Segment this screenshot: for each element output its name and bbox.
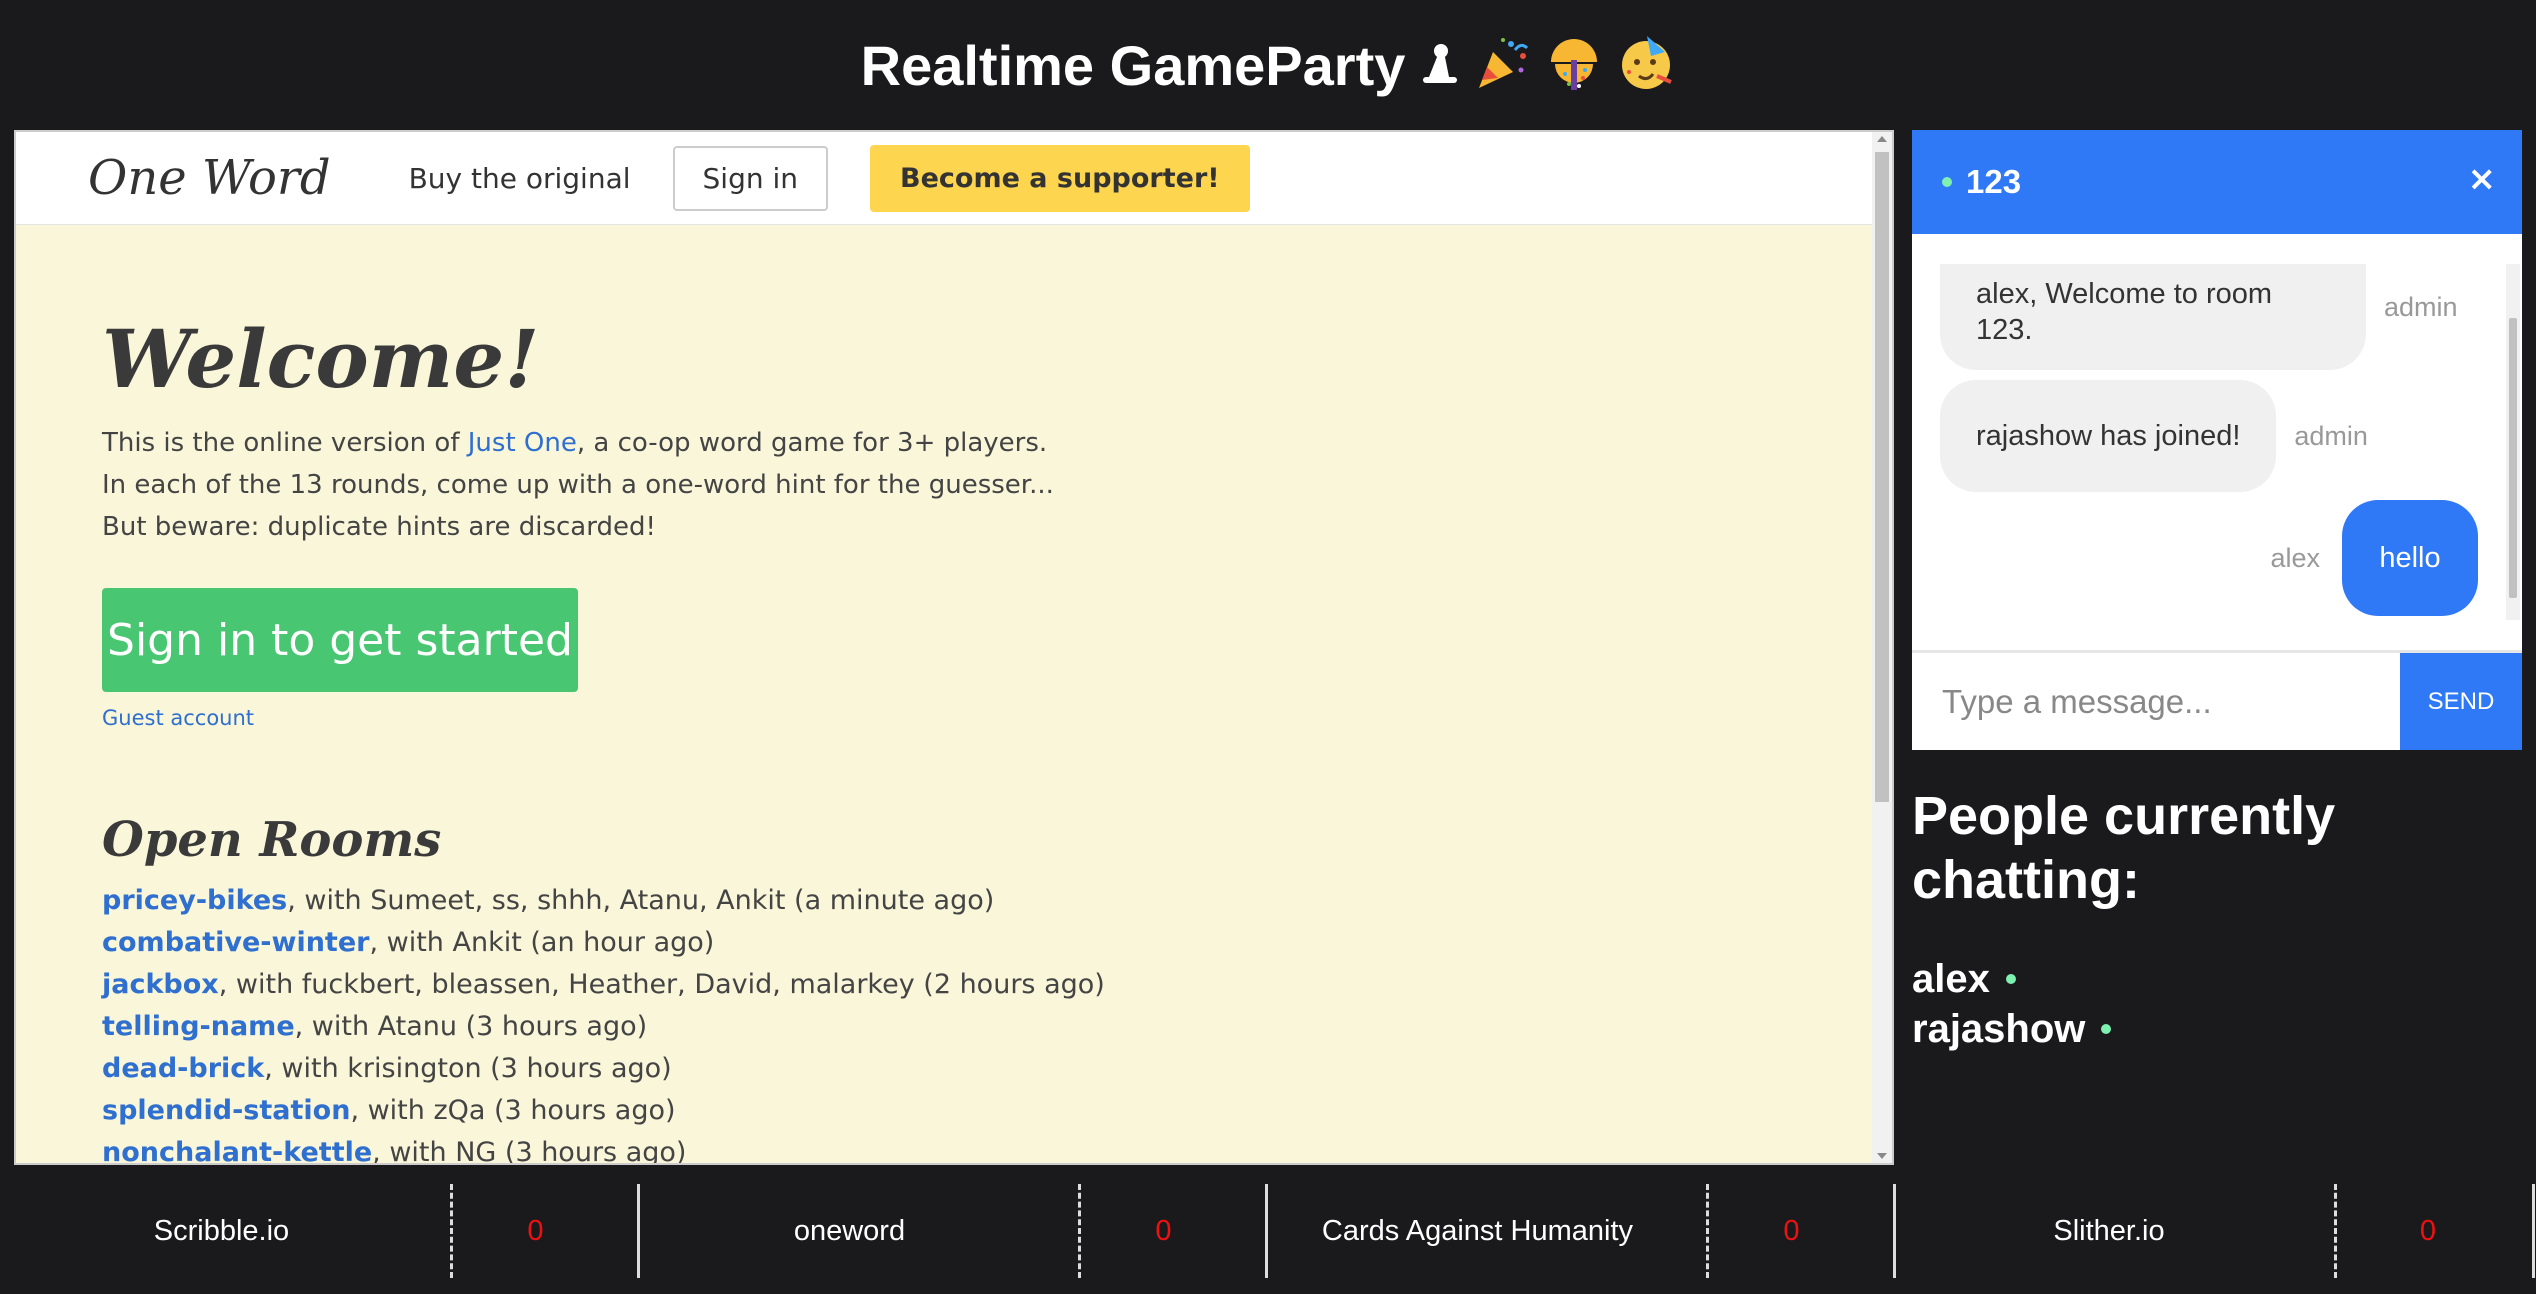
scroll-up-icon[interactable] xyxy=(1877,136,1887,142)
chat-input-row: SEND xyxy=(1912,650,2522,750)
room-detail: , with zQa (3 hours ago) xyxy=(350,1095,676,1126)
chat-message-list[interactable]: alex, Welcome to room 123. admin rajasho… xyxy=(1912,264,2522,620)
message-sender: alex xyxy=(2270,542,2320,573)
game-navbar: One Word Buy the original Sign in Become… xyxy=(16,132,1874,225)
become-supporter-button[interactable]: Become a supporter! xyxy=(870,144,1250,212)
game-tab-name[interactable]: oneword xyxy=(628,1215,1071,1248)
message-bubble: rajashow has joined! xyxy=(1940,380,2277,492)
room-detail: , with Atanu (3 hours ago) xyxy=(294,1011,648,1042)
game-piece-icon xyxy=(1419,39,1459,91)
message-sender: admin xyxy=(2294,420,2368,451)
room-link[interactable]: dead-brick xyxy=(102,1053,264,1084)
close-chat-button[interactable]: × xyxy=(2468,162,2497,196)
game-tab-count: 0 xyxy=(527,1214,544,1247)
game-tab-name[interactable]: Cards Against Humanity xyxy=(1256,1215,1699,1248)
online-status-icon xyxy=(2101,1024,2112,1034)
room-row: pricey-bikes, with Sumeet, ss, shhh, Ata… xyxy=(102,880,1802,922)
room-link[interactable]: nonchalant-kettle xyxy=(102,1137,372,1163)
message-sender: admin xyxy=(2384,291,2458,322)
room-detail: , with krisington (3 hours ago) xyxy=(264,1053,672,1084)
sign-in-to-get-started-button[interactable]: Sign in to get started xyxy=(102,588,578,692)
room-link[interactable]: pricey-bikes xyxy=(102,885,287,916)
chat-message: rajashow has joined! admin xyxy=(1940,380,2368,492)
scroll-down-icon[interactable] xyxy=(1877,1153,1887,1159)
guest-account-link[interactable]: Guest account xyxy=(102,706,1802,730)
chat-header: 123 × xyxy=(1912,130,2522,234)
tab-divider xyxy=(450,1184,453,1278)
send-button[interactable]: SEND xyxy=(2400,653,2522,750)
game-tab-oneword[interactable]: oneword 0 xyxy=(628,1168,1268,1294)
room-row: dead-brick, with krisington (3 hours ago… xyxy=(102,1048,1802,1090)
people-chatting-heading: People currently chatting: xyxy=(1912,786,2336,910)
sign-in-button[interactable]: Sign in xyxy=(672,145,829,211)
message-input[interactable] xyxy=(1912,653,2400,750)
game-tab-cards-against-humanity[interactable]: Cards Against Humanity 0 xyxy=(1256,1168,1896,1294)
party-face-icon xyxy=(1617,34,1675,96)
game-main-content: Welcome! This is the online version of J… xyxy=(102,312,1802,1165)
message-bubble: hello xyxy=(2342,500,2478,616)
chat-scrollbar[interactable] xyxy=(2506,264,2520,620)
game-tab-scribble[interactable]: Scribble.io 0 xyxy=(0,1168,640,1294)
buy-original-link[interactable]: Buy the original xyxy=(409,162,631,195)
game-tabs-bar: Scribble.io 0 oneword 0 Cards Against Hu… xyxy=(0,1168,2536,1294)
room-row: combative-winter, with Ankit (an hour ag… xyxy=(102,922,1802,964)
intro-line-3: But beware: duplicate hints are discarde… xyxy=(102,512,656,542)
chat-message: alex, Welcome to room 123. admin xyxy=(1940,264,2458,370)
open-rooms-list: pricey-bikes, with Sumeet, ss, shhh, Ata… xyxy=(102,880,1802,1165)
room-row: jackbox, with fuckbert, bleassen, Heathe… xyxy=(102,964,1802,1006)
online-status-icon xyxy=(2005,974,2016,984)
intro-text: This is the online version of xyxy=(102,428,468,458)
room-link[interactable]: splendid-station xyxy=(102,1095,350,1126)
party-popper-icon xyxy=(1473,34,1531,96)
scrollbar-thumb[interactable] xyxy=(1875,152,1889,802)
intro-line-2: In each of the 13 rounds, come up with a… xyxy=(102,470,1054,500)
room-link[interactable]: jackbox xyxy=(102,969,219,1000)
just-one-link[interactable]: Just One xyxy=(468,428,577,458)
scrollbar-thumb[interactable] xyxy=(2509,318,2517,598)
person-item: alex xyxy=(1912,954,2111,1004)
person-name: rajashow xyxy=(1912,1006,2086,1051)
chat-panel: 123 × alex, Welcome to room 123. admin r… xyxy=(1912,130,2522,750)
room-row: splendid-station, with zQa (3 hours ago) xyxy=(102,1090,1802,1132)
chat-message: alex hello xyxy=(2270,500,2478,616)
game-tab-name[interactable]: Scribble.io xyxy=(0,1215,443,1248)
intro-text: , a co-op word game for 3+ players. xyxy=(576,428,1048,458)
online-status-icon xyxy=(1942,177,1952,187)
game-tab-name[interactable]: Slither.io xyxy=(1884,1215,2334,1248)
person-name: alex xyxy=(1912,956,1990,1001)
game-tab-count: 0 xyxy=(2419,1214,2437,1247)
room-detail: , with Sumeet, ss, shhh, Atanu, Ankit (a… xyxy=(287,885,995,916)
game-scrollbar[interactable] xyxy=(1872,132,1892,1163)
people-list: alex rajashow xyxy=(1912,954,2112,1054)
chat-room-title: 123 xyxy=(1966,163,2022,200)
game-tab-count: 0 xyxy=(1783,1214,1800,1247)
tab-divider xyxy=(1078,1184,1081,1278)
room-link[interactable]: telling-name xyxy=(102,1011,295,1042)
room-detail: , with NG (3 hours ago) xyxy=(372,1137,687,1165)
game-logo[interactable]: One Word xyxy=(88,150,331,206)
room-row: telling-name, with Atanu (3 hours ago) xyxy=(102,1006,1802,1048)
room-link[interactable]: combative-winter xyxy=(102,927,369,958)
intro-line-1: This is the online version of Just One, … xyxy=(102,422,1802,464)
open-rooms-heading: Open Rooms xyxy=(102,812,442,868)
room-detail: , with fuckbert, bleassen, Heather, Davi… xyxy=(218,969,1105,1000)
confetti-ball-icon xyxy=(1545,34,1603,96)
site-title: Realtime GameParty xyxy=(860,33,1406,97)
tab-divider xyxy=(1706,1184,1709,1278)
room-row: nonchalant-kettle, with NG (3 hours ago) xyxy=(102,1132,1802,1165)
game-tab-slither[interactable]: Slither.io 0 xyxy=(1884,1168,2536,1294)
game-iframe[interactable]: One Word Buy the original Sign in Become… xyxy=(14,130,1894,1165)
welcome-heading: Welcome! xyxy=(102,312,540,406)
tab-separator xyxy=(2532,1184,2535,1278)
person-item: rajashow xyxy=(1912,1004,2112,1054)
site-header: Realtime GameParty xyxy=(0,0,2536,130)
game-tab-count: 0 xyxy=(1155,1214,1172,1247)
message-bubble: alex, Welcome to room 123. xyxy=(1940,264,2366,370)
tab-divider xyxy=(2334,1184,2337,1278)
room-detail: , with Ankit (an hour ago) xyxy=(369,927,715,958)
